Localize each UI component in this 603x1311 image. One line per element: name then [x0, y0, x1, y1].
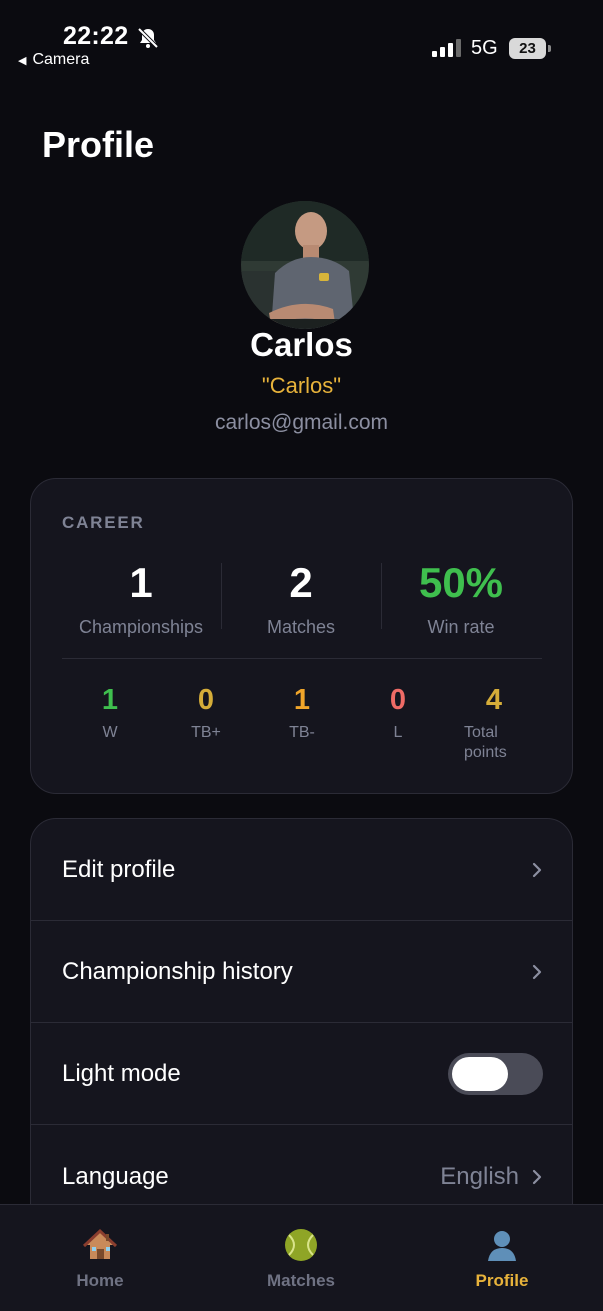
stat-championships: 1 Championships — [61, 559, 221, 638]
person-icon — [488, 1231, 516, 1261]
tab-label: Profile — [475, 1271, 529, 1290]
breakdown-tb-minus: 1 TB- — [262, 683, 342, 743]
breakdown-label: L — [393, 724, 403, 741]
battery-tip — [548, 45, 551, 52]
avatar-photo — [241, 201, 369, 329]
chevron-right-icon — [532, 1169, 542, 1185]
edit-profile-row[interactable]: Edit profile — [31, 819, 572, 921]
battery-indicator: 23 — [509, 38, 551, 59]
breakdown-value: 4 — [485, 684, 503, 716]
tab-bar: Home Matches Profile — [0, 1204, 603, 1311]
profile-email: carlos@gmail.com — [214, 411, 389, 434]
tab-profile[interactable]: Profile — [432, 1227, 572, 1291]
stat-matches: 2 Matches — [221, 559, 381, 638]
stat-label: Win rate — [427, 617, 495, 637]
breakdown-label: TB+ — [191, 724, 221, 741]
light-mode-row: Light mode — [31, 1023, 572, 1125]
breakdown-value: 1 — [293, 684, 311, 716]
tennis-ball-icon — [285, 1229, 317, 1261]
status-bar: 22:22 ◀ Camera 5G 23 — [0, 0, 603, 80]
back-to-camera-link[interactable]: ◀ Camera — [18, 51, 89, 69]
battery-body: 23 — [509, 38, 546, 59]
breakdown-total-points: 4 Total points — [454, 683, 534, 763]
language-value: English — [440, 1163, 519, 1190]
toggle-knob — [452, 1056, 508, 1091]
chevron-right-icon — [532, 964, 542, 979]
row-label: Edit profile — [62, 855, 176, 883]
breakdown-label: TB- — [289, 724, 315, 741]
tab-label: Home — [76, 1271, 124, 1290]
breakdown-label: Total points — [464, 724, 507, 761]
light-mode-toggle[interactable] — [448, 1052, 543, 1095]
battery-level: 23 — [519, 40, 536, 57]
tab-matches[interactable]: Matches — [231, 1227, 371, 1291]
breakdown-losses: 0 L — [358, 683, 438, 743]
breakdown-tb-plus: 0 TB+ — [166, 683, 246, 743]
stat-label: Championships — [78, 617, 204, 637]
profile-screen: 22:22 ◀ Camera 5G 23 Profile Carlos "Car… — [0, 0, 603, 1311]
page-title: Profile — [42, 124, 155, 165]
row-label: Championship history — [62, 957, 293, 985]
breakdown-wins: 1 W — [70, 683, 150, 743]
house-icon — [82, 1228, 118, 1259]
profile-nickname: "Carlos" — [261, 373, 342, 398]
back-app-label: Camera — [32, 51, 90, 68]
tab-home[interactable]: Home — [30, 1227, 170, 1291]
back-caret-icon: ◀ — [18, 54, 27, 67]
stat-value: 2 — [289, 559, 313, 606]
stat-value: 1 — [129, 559, 153, 606]
breakdown-value: 1 — [101, 684, 119, 716]
profile-name: Carlos — [250, 326, 353, 363]
breakdown-value: 0 — [197, 684, 215, 716]
cellular-signal-icon — [432, 39, 461, 57]
stat-value: 50% — [418, 559, 504, 606]
career-card: CAREER 1 Championships 2 Matches 50% Win… — [30, 478, 573, 794]
stat-win-rate: 50% Win rate — [381, 559, 541, 638]
stat-label: Matches — [266, 617, 336, 637]
status-time: 22:22 — [63, 22, 129, 50]
avatar[interactable] — [241, 201, 369, 329]
card-separator — [62, 658, 542, 659]
settings-card: Edit profile Championship history Light … — [30, 818, 573, 1238]
row-label: Light mode — [62, 1059, 181, 1087]
breakdown-value: 0 — [389, 684, 407, 716]
tab-label: Matches — [266, 1271, 336, 1290]
row-label: Language — [62, 1163, 169, 1190]
chevron-right-icon — [532, 862, 542, 877]
network-type: 5G — [471, 37, 498, 59]
breakdown-label: W — [102, 724, 118, 741]
bell-muted-icon — [137, 27, 159, 49]
career-heading: CAREER — [62, 513, 145, 532]
championship-history-row[interactable]: Championship history — [31, 921, 572, 1023]
